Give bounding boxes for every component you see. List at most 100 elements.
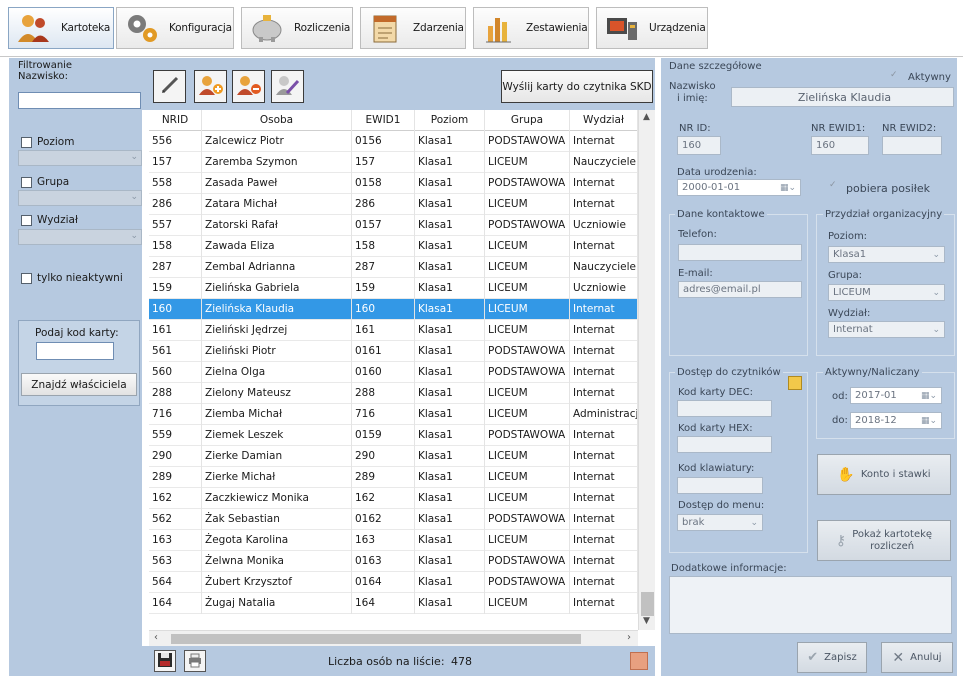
ewid1-field[interactable]: 160 — [811, 136, 869, 155]
checkbox-box[interactable] — [21, 176, 32, 188]
cell-wydzial: Internat — [570, 593, 638, 614]
cell-grupa: LICEUM — [485, 278, 570, 299]
tab-rozliczenia[interactable]: Rozliczenia — [241, 7, 353, 49]
table-row[interactable]: 159 Zielińska Gabriela 159 Klasa1 LICEUM Uczn… — [149, 278, 638, 299]
checkbox-box[interactable] — [21, 272, 32, 284]
tab-zdarzenia[interactable]: Zdarzenia — [360, 7, 466, 49]
menu-access-select[interactable]: brak ⌄ — [677, 514, 763, 531]
find-owner-button[interactable]: Znajdź właściciela — [21, 373, 137, 396]
table-row[interactable]: 562 Żak Sebastian 0162 Klasa1 PODSTAWOWA Inte… — [149, 509, 638, 530]
person-count-label: Liczba osób na liście: — [328, 655, 445, 668]
table-row[interactable]: 716 Ziemba Michał 716 Klasa1 LICEUM Administr… — [149, 404, 638, 425]
send-cards-skd-button[interactable]: Wyślij karty do czytnika SKD — [501, 70, 653, 103]
keyboard-code-field[interactable] — [677, 477, 763, 494]
scroll-down-icon[interactable]: ▼ — [643, 616, 650, 626]
email-field[interactable]: adres@email.pl — [678, 281, 802, 298]
level-filter-select[interactable]: ⌄ — [18, 150, 142, 166]
scroll-left-icon[interactable]: ‹ — [154, 632, 158, 643]
surname-filter-input[interactable] — [18, 92, 141, 109]
keyboard-code-label: Kod klawiatury: — [678, 463, 755, 474]
cancel-button[interactable]: ✕ Anuluj — [881, 642, 953, 673]
group-filter-checkbox[interactable]: Grupa — [21, 176, 69, 188]
table-row[interactable]: 560 Zielna Olga 0160 Klasa1 PODSTAWOWA Intern… — [149, 362, 638, 383]
edit-person-button[interactable] — [271, 70, 304, 103]
cell-osoba: Zalcewicz Piotr — [202, 131, 352, 152]
org-dept-select[interactable]: Internat ⌄ — [828, 321, 945, 338]
cell-ewid1: 0163 — [352, 551, 415, 572]
account-rates-button[interactable]: ✋ Konto i stawki — [817, 454, 951, 495]
scrollbar-thumb[interactable] — [641, 592, 654, 616]
column-header-ewid1[interactable]: EWID1 — [352, 110, 415, 131]
scrollbar-thumb[interactable] — [171, 634, 581, 644]
table-row[interactable]: 157 Zaremba Szymon 157 Klasa1 LICEUM Nauczyci… — [149, 152, 638, 173]
meal-check-icon[interactable]: ✓ — [829, 180, 837, 190]
column-header-poziom[interactable]: Poziom — [415, 110, 485, 131]
org-group-select[interactable]: LICEUM ⌄ — [828, 284, 945, 301]
cancel-button-label: Anuluj — [910, 652, 942, 663]
remove-person-button[interactable] — [232, 70, 265, 103]
nrid-field[interactable]: 160 — [677, 136, 721, 155]
scroll-right-icon[interactable]: › — [627, 632, 631, 643]
org-level-select[interactable]: Klasa1 ⌄ — [828, 246, 945, 263]
level-filter-checkbox[interactable]: Poziom — [21, 136, 74, 148]
from-date-picker[interactable]: 2017-01 ▦⌄ — [850, 387, 942, 404]
scroll-up-icon[interactable]: ▲ — [643, 112, 650, 122]
group-filter-select[interactable]: ⌄ — [18, 190, 142, 206]
table-row[interactable]: 290 Zierke Damian 290 Klasa1 LICEUM Internat — [149, 446, 638, 467]
table-row[interactable]: 563 Żelwna Monika 0163 Klasa1 PODSTAWOWA Inte… — [149, 551, 638, 572]
calendar-dropdown-icon[interactable]: ▦⌄ — [921, 391, 937, 401]
table-row[interactable]: 288 Zielony Mateusz 288 Klasa1 LICEUM Interna… — [149, 383, 638, 404]
export-icon[interactable] — [630, 652, 648, 670]
ewid2-field[interactable] — [882, 136, 942, 155]
table-row[interactable]: 286 Zatara Michał 286 Klasa1 LICEUM Internat — [149, 194, 638, 215]
table-row[interactable]: 161 Zieliński Jędrzej 161 Klasa1 LICEUM Inter… — [149, 320, 638, 341]
calendar-dropdown-icon[interactable]: ▦⌄ — [921, 416, 937, 426]
table-row[interactable]: 160 Zielińska Klaudia 160 Klasa1 LICEUM Inter… — [149, 299, 638, 320]
birth-date-picker[interactable]: 2000-01-01 ▦⌄ — [677, 179, 801, 196]
hex-code-field[interactable] — [677, 436, 772, 453]
add-person-button[interactable] — [194, 70, 227, 103]
column-header-osoba[interactable]: Osoba — [202, 110, 352, 131]
table-row[interactable]: 561 Zieliński Piotr 0161 Klasa1 PODSTAWOWA In… — [149, 341, 638, 362]
vertical-scrollbar[interactable]: ▲ ▼ — [638, 110, 655, 630]
table-row[interactable]: 164 Żugaj Natalia 164 Klasa1 LICEUM Internat — [149, 593, 638, 614]
tab-zestawienia[interactable]: Zestawienia — [473, 7, 589, 49]
cell-grupa: LICEUM — [485, 299, 570, 320]
copy-icon[interactable] — [788, 376, 802, 390]
extra-info-textarea[interactable] — [669, 576, 952, 634]
print-list-button[interactable] — [184, 650, 206, 672]
save-button[interactable]: ✔ Zapisz — [797, 642, 867, 673]
table-row[interactable]: 289 Zierke Michał 289 Klasa1 LICEUM Internat — [149, 467, 638, 488]
dec-code-field[interactable] — [677, 400, 772, 417]
card-code-input[interactable] — [36, 342, 114, 360]
horizontal-scrollbar[interactable]: ‹ › — [149, 630, 638, 646]
tab-konfiguracja[interactable]: Konfiguracja — [116, 7, 234, 49]
inactive-only-checkbox[interactable]: tylko nieaktywni — [21, 272, 123, 284]
table-row[interactable]: 558 Zasada Paweł 0158 Klasa1 PODSTAWOWA Inter… — [149, 173, 638, 194]
checkbox-box[interactable] — [21, 214, 32, 226]
column-header-wydzial[interactable]: Wydział — [570, 110, 638, 131]
column-header-nrid[interactable]: NRID — [149, 110, 202, 131]
to-date-picker[interactable]: 2018-12 ▦⌄ — [850, 412, 942, 429]
tab-urzadzenia[interactable]: Urządzenia — [596, 7, 708, 49]
table-row[interactable]: 559 Ziemek Leszek 0159 Klasa1 PODSTAWOWA Inte… — [149, 425, 638, 446]
save-list-button[interactable] — [154, 650, 176, 672]
phone-field[interactable] — [678, 244, 802, 261]
edit-pencil-button[interactable] — [153, 70, 186, 103]
table-row[interactable]: 556 Zalcewicz Piotr 0156 Klasa1 PODSTAWOWA In… — [149, 131, 638, 152]
calendar-dropdown-icon[interactable]: ▦⌄ — [780, 183, 796, 193]
table-row[interactable]: 163 Żegota Karolina 163 Klasa1 LICEUM Interna… — [149, 530, 638, 551]
dept-filter-select[interactable]: ⌄ — [18, 229, 142, 245]
active-check-icon[interactable]: ✓ — [890, 70, 898, 80]
table-row[interactable]: 287 Zembal Adrianna 287 Klasa1 LICEUM Nauczyc… — [149, 257, 638, 278]
show-billing-card-button[interactable]: ⚷ Pokaż kartotekę rozliczeń — [817, 520, 951, 561]
checkbox-box[interactable] — [21, 136, 32, 148]
dept-filter-checkbox[interactable]: Wydział — [21, 214, 78, 226]
table-row[interactable]: 158 Zawada Eliza 158 Klasa1 LICEUM Internat — [149, 236, 638, 257]
full-name-field[interactable]: Zielińska Klaudia — [731, 87, 954, 107]
table-row[interactable]: 162 Zaczkiewicz Monika 162 Klasa1 LICEUM Inte… — [149, 488, 638, 509]
tab-kartoteka[interactable]: Kartoteka — [8, 7, 114, 49]
table-row[interactable]: 557 Zatorski Rafał 0157 Klasa1 PODSTAWOWA Ucz… — [149, 215, 638, 236]
column-header-grupa[interactable]: Grupa — [485, 110, 570, 131]
table-row[interactable]: 564 Żubert Krzysztof 0164 Klasa1 PODSTAWOWA I… — [149, 572, 638, 593]
